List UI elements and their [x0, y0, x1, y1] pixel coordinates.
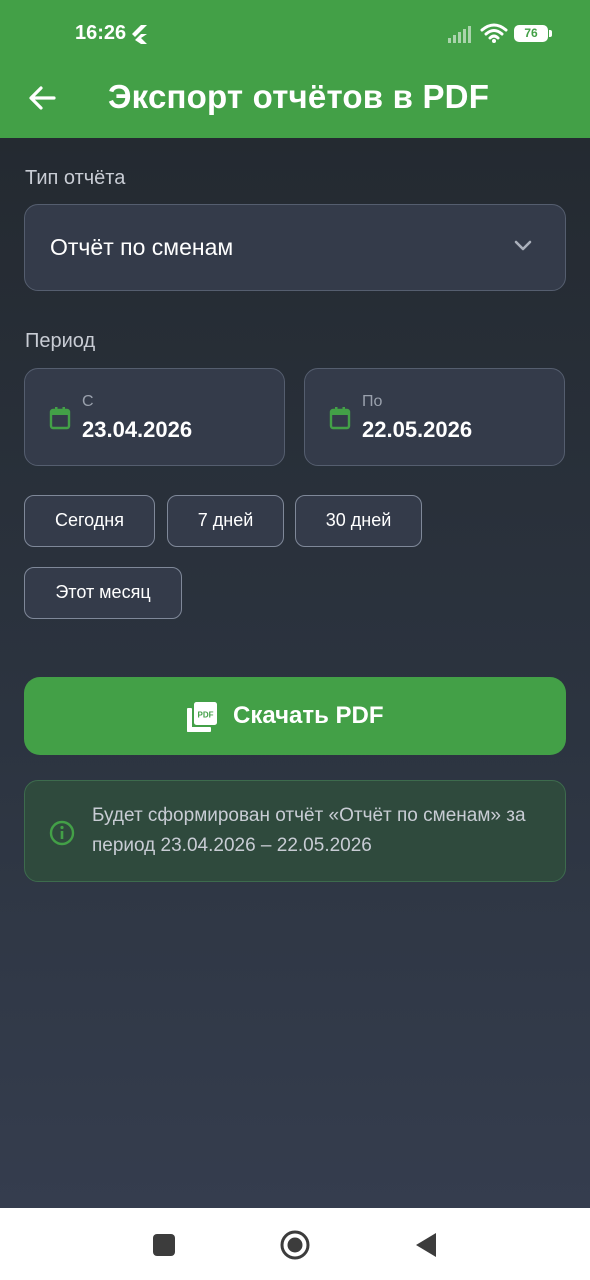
battery-icon: 76 [514, 25, 548, 42]
calendar-icon [49, 407, 71, 430]
wifi-icon [480, 23, 508, 43]
date-from-label: С [82, 393, 94, 410]
date-to-field[interactable]: По 22.05.2026 [304, 368, 565, 466]
calendar-icon [329, 407, 351, 430]
preset-this-month-chip[interactable]: Этот месяц [24, 567, 182, 619]
flutter-icon [132, 25, 147, 44]
back-button[interactable] [24, 80, 60, 116]
preset-7-days-chip[interactable]: 7 дней [167, 495, 284, 547]
download-pdf-button[interactable]: PDF Скачать PDF [24, 677, 566, 755]
system-nav-bar [0, 1208, 590, 1280]
home-button[interactable] [279, 1229, 311, 1261]
recents-button[interactable] [153, 1234, 175, 1256]
download-pdf-label: Скачать PDF [233, 702, 384, 729]
system-back-button[interactable] [414, 1232, 438, 1258]
preset-30-days-chip[interactable]: 30 дней [295, 495, 422, 547]
date-from-value: 23.04.2026 [82, 417, 193, 442]
preset-today-chip[interactable]: Сегодня [24, 495, 155, 547]
date-to-label: По [362, 393, 383, 410]
chevron-down-icon [514, 240, 532, 251]
report-type-select[interactable]: Отчёт по сменам [24, 204, 566, 291]
app-bar: 16:26 76 Экспорт отчётов в PDF [0, 0, 590, 138]
status-time: 16:26 [75, 22, 127, 44]
main-content: Тип отчёта Отчёт по сменам Период С 23.0… [0, 138, 590, 1208]
report-type-value: Отчёт по сменам [50, 234, 234, 260]
date-from-field[interactable]: С 23.04.2026 [24, 368, 285, 466]
info-icon [49, 820, 75, 846]
status-bar: 16:26 76 [0, 0, 590, 68]
pdf-file-icon: PDF [187, 702, 217, 732]
info-box: Будет сформирован отчёт «Отчёт по сменам… [24, 780, 566, 882]
info-text: Будет сформирован отчёт «Отчёт по сменам… [92, 805, 526, 856]
svg-text:PDF: PDF [198, 711, 214, 720]
battery-tip [549, 30, 552, 37]
signal-icon [448, 26, 471, 43]
period-label: Период [25, 330, 96, 352]
report-type-label: Тип отчёта [25, 167, 126, 189]
date-to-value: 22.05.2026 [362, 417, 473, 442]
page-title: Экспорт отчётов в PDF [108, 78, 490, 115]
